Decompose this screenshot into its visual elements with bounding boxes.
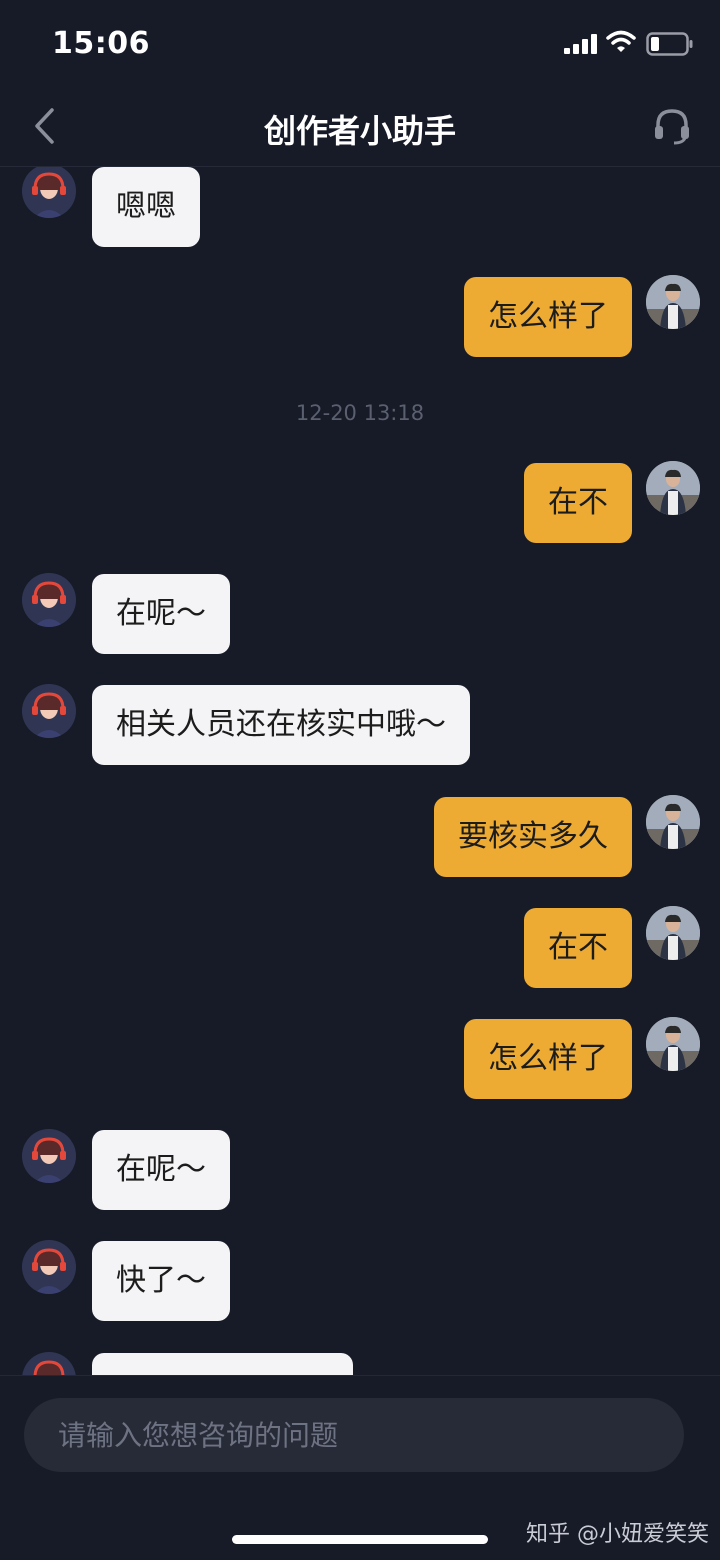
cellular-signal-icon <box>564 34 597 54</box>
user-avatar <box>646 275 700 329</box>
message-list[interactable]: 嗯嗯 怎么样了 12-20 13:18 在不 在呢～ 相关人员还在核实中哦～ 要… <box>0 167 720 1375</box>
user-avatar <box>646 795 700 849</box>
battery-icon <box>646 32 693 56</box>
message-row: 相关人员还在核实中哦～ <box>0 684 720 765</box>
message-bubble[interactable]: 怎么样了 <box>464 1019 632 1099</box>
message-row: 嗯嗯 <box>0 167 720 247</box>
assistant-avatar <box>22 1129 76 1183</box>
assistant-avatar <box>22 573 76 627</box>
user-avatar <box>646 461 700 515</box>
message-row: 在呢～ <box>0 1129 720 1210</box>
assistant-avatar <box>22 1240 76 1294</box>
message-bubble[interactable] <box>92 1353 353 1375</box>
message-row: 怎么样了 <box>0 1017 720 1099</box>
message-bubble[interactable]: 嗯嗯 <box>92 167 200 247</box>
home-indicator[interactable] <box>232 1535 488 1544</box>
message-bubble[interactable]: 要核实多久 <box>434 797 632 877</box>
message-bubble[interactable]: 在不 <box>524 463 632 543</box>
assistant-avatar <box>22 167 76 218</box>
message-row: 要核实多久 <box>0 795 720 877</box>
message-row: 在不 <box>0 461 720 543</box>
assistant-avatar <box>22 684 76 738</box>
message-row: 快了～ <box>0 1240 720 1321</box>
user-avatar <box>646 906 700 960</box>
message-row: 怎么样了 <box>0 275 720 357</box>
status-bar: 15:06 <box>0 0 720 90</box>
message-row: 在呢～ <box>0 573 720 654</box>
timestamp: 12-20 13:18 <box>295 401 425 425</box>
message-bubble[interactable]: 快了～ <box>92 1241 230 1321</box>
message-bubble[interactable]: 相关人员还在核实中哦～ <box>92 685 470 765</box>
message-bubble[interactable]: 在呢～ <box>92 574 230 654</box>
user-avatar <box>646 1017 700 1071</box>
message-bubble[interactable]: 怎么样了 <box>464 277 632 357</box>
message-bubble[interactable]: 在呢～ <box>92 1130 230 1210</box>
status-time: 15:06 <box>52 26 150 61</box>
watermark: 知乎 @小妞爱笑笑 <box>526 1522 709 1547</box>
chat-title: 创作者小助手 <box>263 112 456 150</box>
message-input[interactable] <box>24 1398 684 1472</box>
message-bubble[interactable]: 在不 <box>524 908 632 988</box>
assistant-avatar <box>22 1352 76 1375</box>
wifi-icon <box>606 30 636 52</box>
chat-header: 创作者小助手 <box>0 90 720 167</box>
headset-icon[interactable] <box>652 106 692 146</box>
message-row: 在不 <box>0 906 720 988</box>
message-row <box>0 1352 720 1375</box>
